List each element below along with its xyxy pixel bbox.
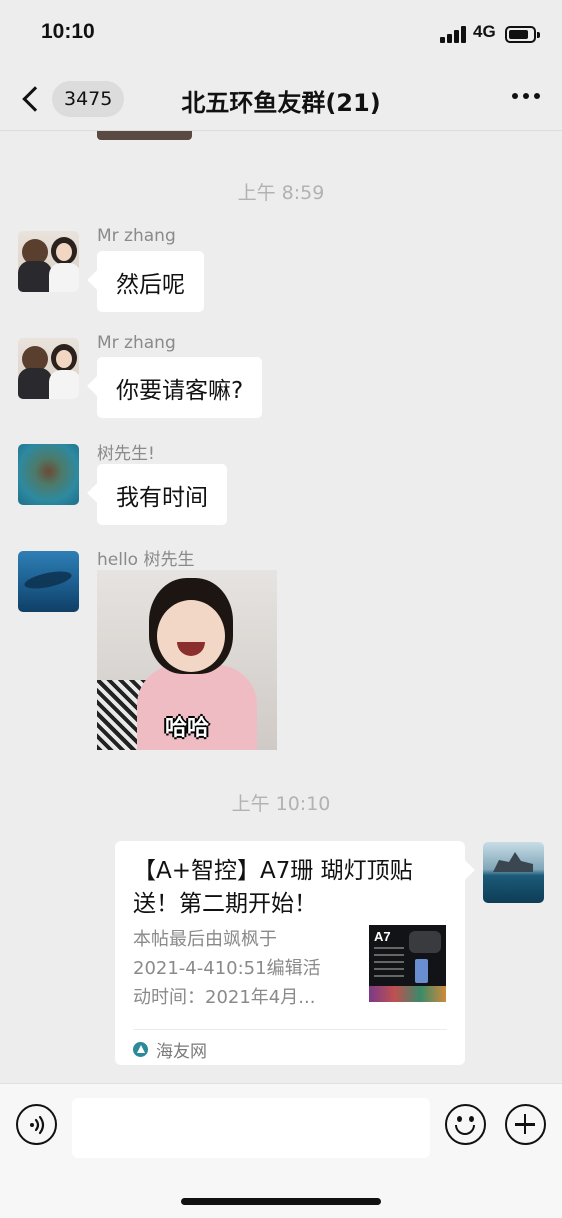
status-bar: 10:10 4G [0, 0, 562, 68]
source-name: 海友网 [156, 1042, 207, 1062]
message-input[interactable] [72, 1098, 430, 1158]
emoji-icon [457, 1116, 462, 1122]
message-bubble[interactable]: 你要请客嘛? [97, 357, 263, 418]
network-type: 4G [473, 22, 496, 41]
voice-icon [29, 1115, 44, 1134]
card-source: 海友网 [133, 1037, 207, 1062]
avatar[interactable] [18, 551, 79, 612]
more-dots-icon [512, 93, 518, 99]
status-time: 10:10 [41, 20, 95, 43]
self-avatar[interactable] [483, 842, 544, 903]
sender-name: 树先生! [97, 444, 155, 464]
sender-name: hello 树先生 [97, 550, 195, 570]
timestamp: 上午 10:10 [231, 793, 331, 815]
chat-title: 北五环鱼友群(21) [181, 89, 381, 117]
signal-icon [440, 26, 467, 43]
avatar[interactable] [18, 231, 79, 292]
timestamp: 上午 8:59 [237, 182, 325, 204]
avatar[interactable] [18, 338, 79, 399]
more-actions-button[interactable] [505, 1104, 546, 1145]
card-title: 【A+智控】A7珊 瑚灯顶贴送！第二期开始！ [133, 858, 413, 917]
divider [133, 1029, 447, 1030]
link-card[interactable]: 【A+智控】A7珊 瑚灯顶贴送！第二期开始！ 本帖最后由飒枫于 2021-4-4… [115, 841, 465, 1065]
battery-icon [505, 26, 540, 43]
card-thumbnail: A7 [369, 925, 446, 1002]
thumbnail-label: A7 [374, 929, 391, 944]
image-caption: 哈哈 [164, 716, 209, 741]
message-bubble[interactable]: 我有时间 [97, 464, 227, 525]
more-button[interactable] [512, 93, 540, 99]
home-indicator[interactable] [181, 1198, 381, 1205]
sender-name: Mr zhang [97, 226, 176, 246]
message-bubble[interactable]: 然后呢 [97, 251, 204, 312]
source-logo-icon [133, 1042, 148, 1057]
sender-name: Mr zhang [97, 333, 176, 353]
image-message[interactable]: 哈哈 [97, 570, 277, 750]
voice-button[interactable] [16, 1104, 57, 1145]
chat-header: 3475 北五环鱼友群(21) [0, 68, 562, 131]
card-description: 本帖最后由飒枫于 2021-4-410:51编辑活 动时间：2021年4月... [133, 929, 321, 1008]
previous-image-message[interactable] [97, 131, 192, 140]
avatar[interactable] [18, 444, 79, 505]
emoji-button[interactable] [445, 1104, 486, 1145]
